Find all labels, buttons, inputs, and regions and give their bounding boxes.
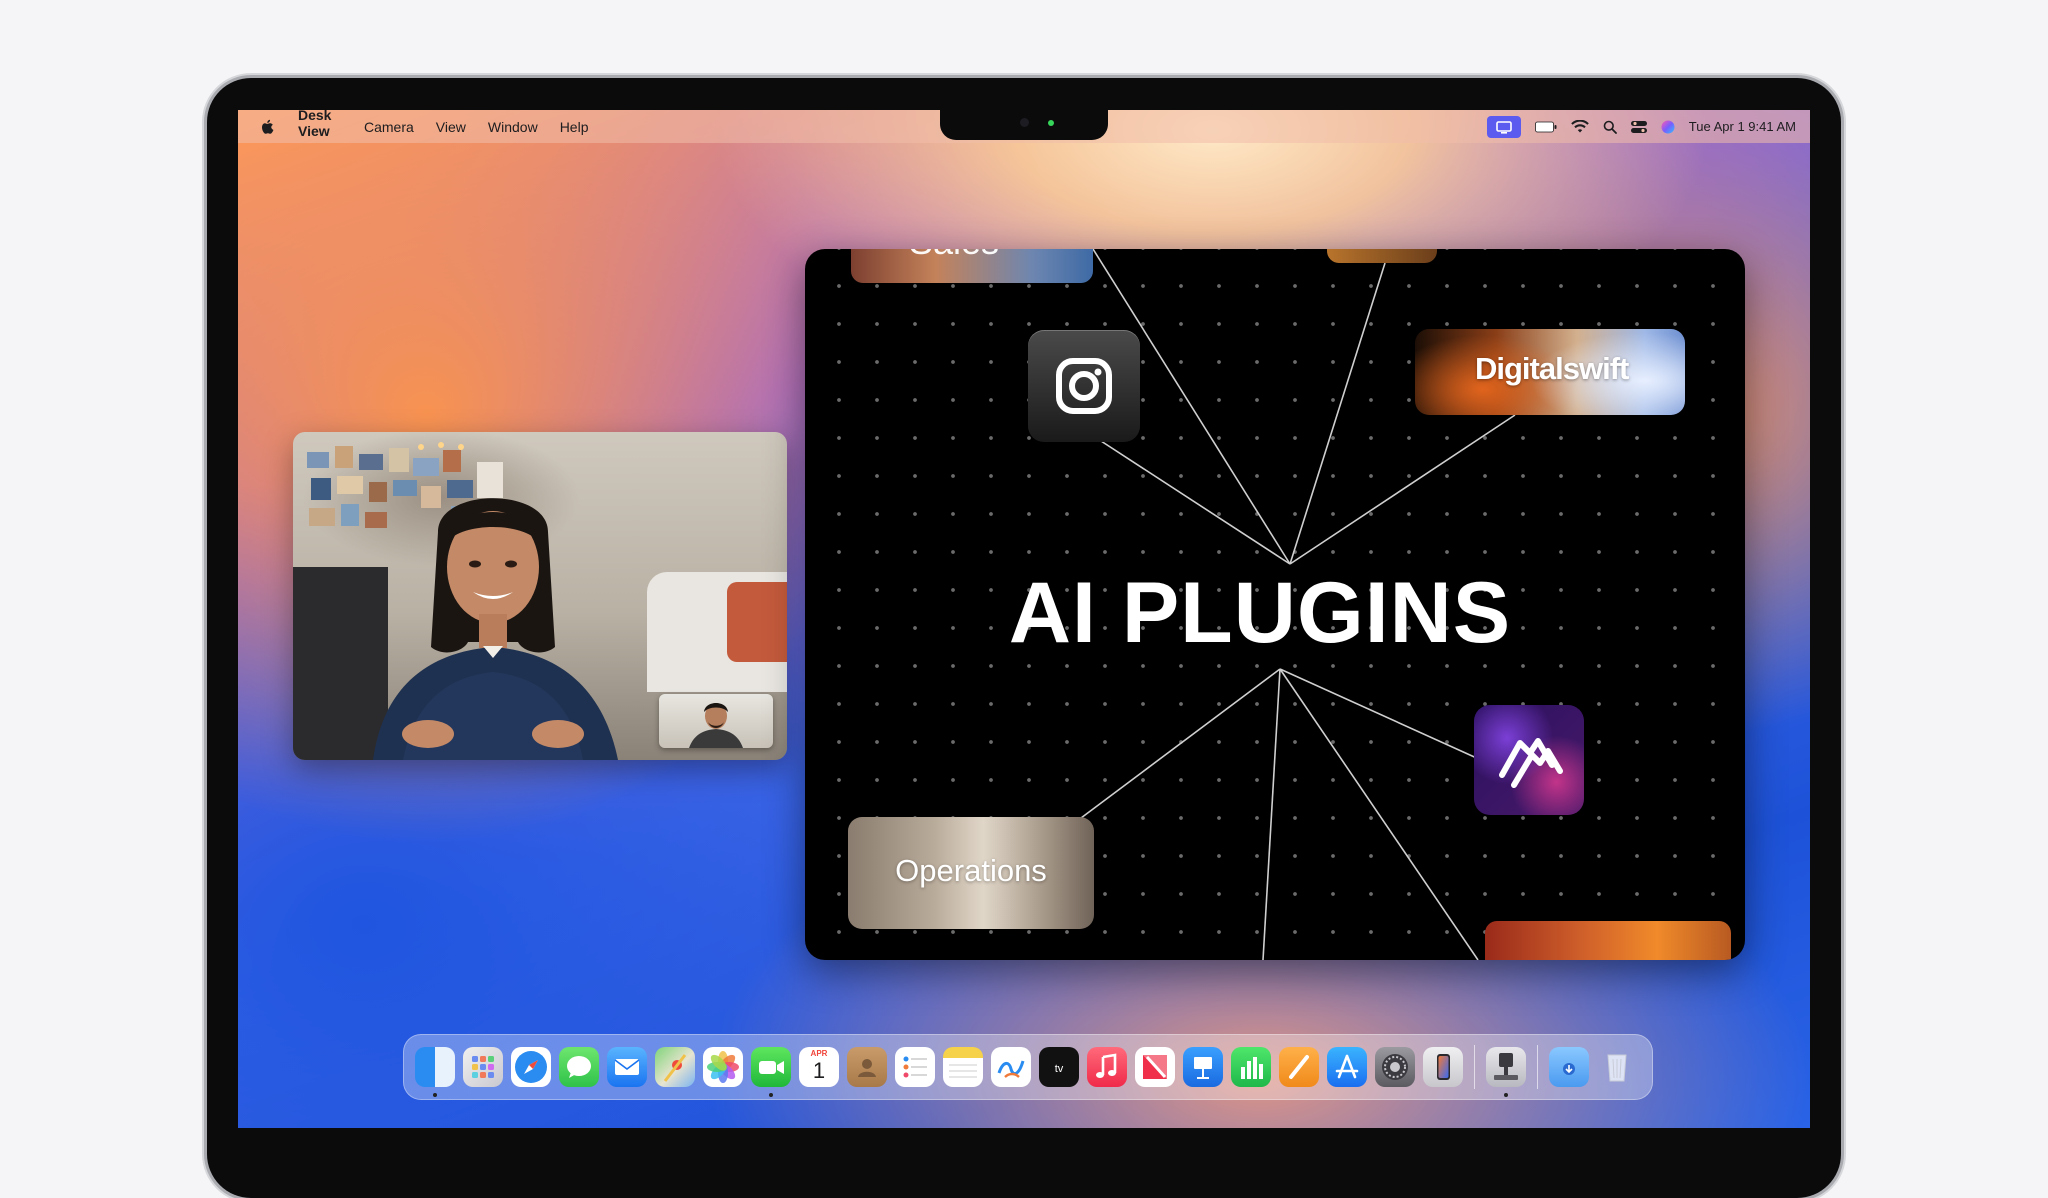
dock-photos-icon[interactable] [703, 1047, 743, 1087]
svg-text:tv: tv [1055, 1063, 1064, 1075]
sales-card[interactable]: Sales [851, 249, 1093, 283]
dock-mail-icon[interactable] [607, 1047, 647, 1087]
apple-menu-icon[interactable] [260, 118, 276, 136]
calendar-month: APR [810, 1049, 828, 1058]
self-view-person [689, 703, 743, 748]
menu-help[interactable]: Help [560, 119, 589, 135]
caller-person [373, 498, 618, 760]
self-view-pip[interactable] [659, 694, 773, 748]
dock-finder-icon[interactable] [415, 1047, 455, 1097]
dock-messages-icon[interactable] [559, 1047, 599, 1087]
dock-freeform-icon[interactable] [991, 1047, 1031, 1087]
dock-music-icon[interactable] [1087, 1047, 1127, 1087]
dock-facetime-icon[interactable] [751, 1047, 791, 1097]
dock-keynote-icon[interactable] [1183, 1047, 1223, 1087]
dock-downloads-folder-icon[interactable] [1549, 1047, 1589, 1087]
battery-icon[interactable] [1534, 121, 1557, 133]
dock-reminders-icon[interactable] [895, 1047, 935, 1087]
blanket [727, 582, 787, 662]
siri-icon[interactable] [1661, 120, 1675, 134]
desktop-screen: Desk View Camera View Window Help Tue Ap… [238, 110, 1810, 1128]
dock-separator [1474, 1045, 1475, 1089]
operations-label: Operations [895, 853, 1047, 888]
dock-iphone-mirroring-icon[interactable] [1423, 1047, 1463, 1087]
menu-camera[interactable]: Camera [364, 119, 414, 135]
dock-trash-icon[interactable] [1597, 1047, 1637, 1087]
instagram-plugin-card[interactable] [1028, 330, 1140, 442]
camera-indicator-light [1048, 120, 1054, 126]
control-center-icon[interactable] [1630, 120, 1647, 134]
ai-plugins-window[interactable]: Sales Digitalswift AI PLUGINS Operations [805, 249, 1745, 960]
menu-view[interactable]: View [436, 119, 466, 135]
dock-separator-2 [1537, 1045, 1538, 1089]
dock-system-settings-icon[interactable] [1375, 1047, 1415, 1087]
digitalswift-label: Digitalswift [1475, 351, 1629, 386]
ai-plugins-title: AI PLUGINS [1008, 565, 1512, 661]
dock-launchpad-icon[interactable] [463, 1047, 503, 1087]
dock-news-icon[interactable] [1135, 1047, 1175, 1087]
sales-card-label: Sales [909, 249, 999, 263]
dock-app-store-icon[interactable] [1327, 1047, 1367, 1087]
dock-contacts-icon[interactable] [847, 1047, 887, 1087]
dock-notes-icon[interactable] [943, 1047, 983, 1087]
dock-calendar-icon[interactable]: APR 1 [799, 1047, 839, 1087]
dock-pages-icon[interactable] [1279, 1047, 1319, 1087]
dock-tv-icon[interactable]: tv [1039, 1047, 1079, 1087]
operations-card[interactable]: Operations [848, 817, 1094, 929]
menu-window[interactable]: Window [488, 119, 538, 135]
dock-numbers-icon[interactable] [1231, 1047, 1271, 1087]
search-icon[interactable] [1603, 120, 1617, 134]
dock-safari-icon[interactable] [511, 1047, 551, 1087]
dock: APR 1 tv [403, 1034, 1653, 1100]
make-plugin-card[interactable] [1474, 705, 1584, 815]
instagram-icon [1056, 358, 1112, 414]
partial-card-top[interactable] [1327, 249, 1437, 263]
menu-status-area: Tue Apr 1 9:41 AM [1486, 110, 1796, 143]
menu-clock[interactable]: Tue Apr 1 9:41 AM [1689, 119, 1796, 134]
camera-notch [940, 110, 1108, 140]
wifi-icon[interactable] [1570, 119, 1589, 134]
dock-maps-icon[interactable] [655, 1047, 695, 1087]
facetime-video-window[interactable] [293, 432, 787, 760]
make-logo-icon [1499, 738, 1563, 788]
calendar-day: 1 [812, 1058, 826, 1083]
dock-desk-view-icon[interactable] [1486, 1047, 1526, 1097]
partial-card-bottom[interactable] [1485, 921, 1731, 960]
screen-sharing-icon[interactable] [1486, 115, 1521, 138]
camera-lens-icon [1020, 118, 1029, 127]
menu-app-name[interactable]: Desk View [298, 110, 338, 147]
digitalswift-plugin-card[interactable]: Digitalswift [1415, 329, 1685, 415]
